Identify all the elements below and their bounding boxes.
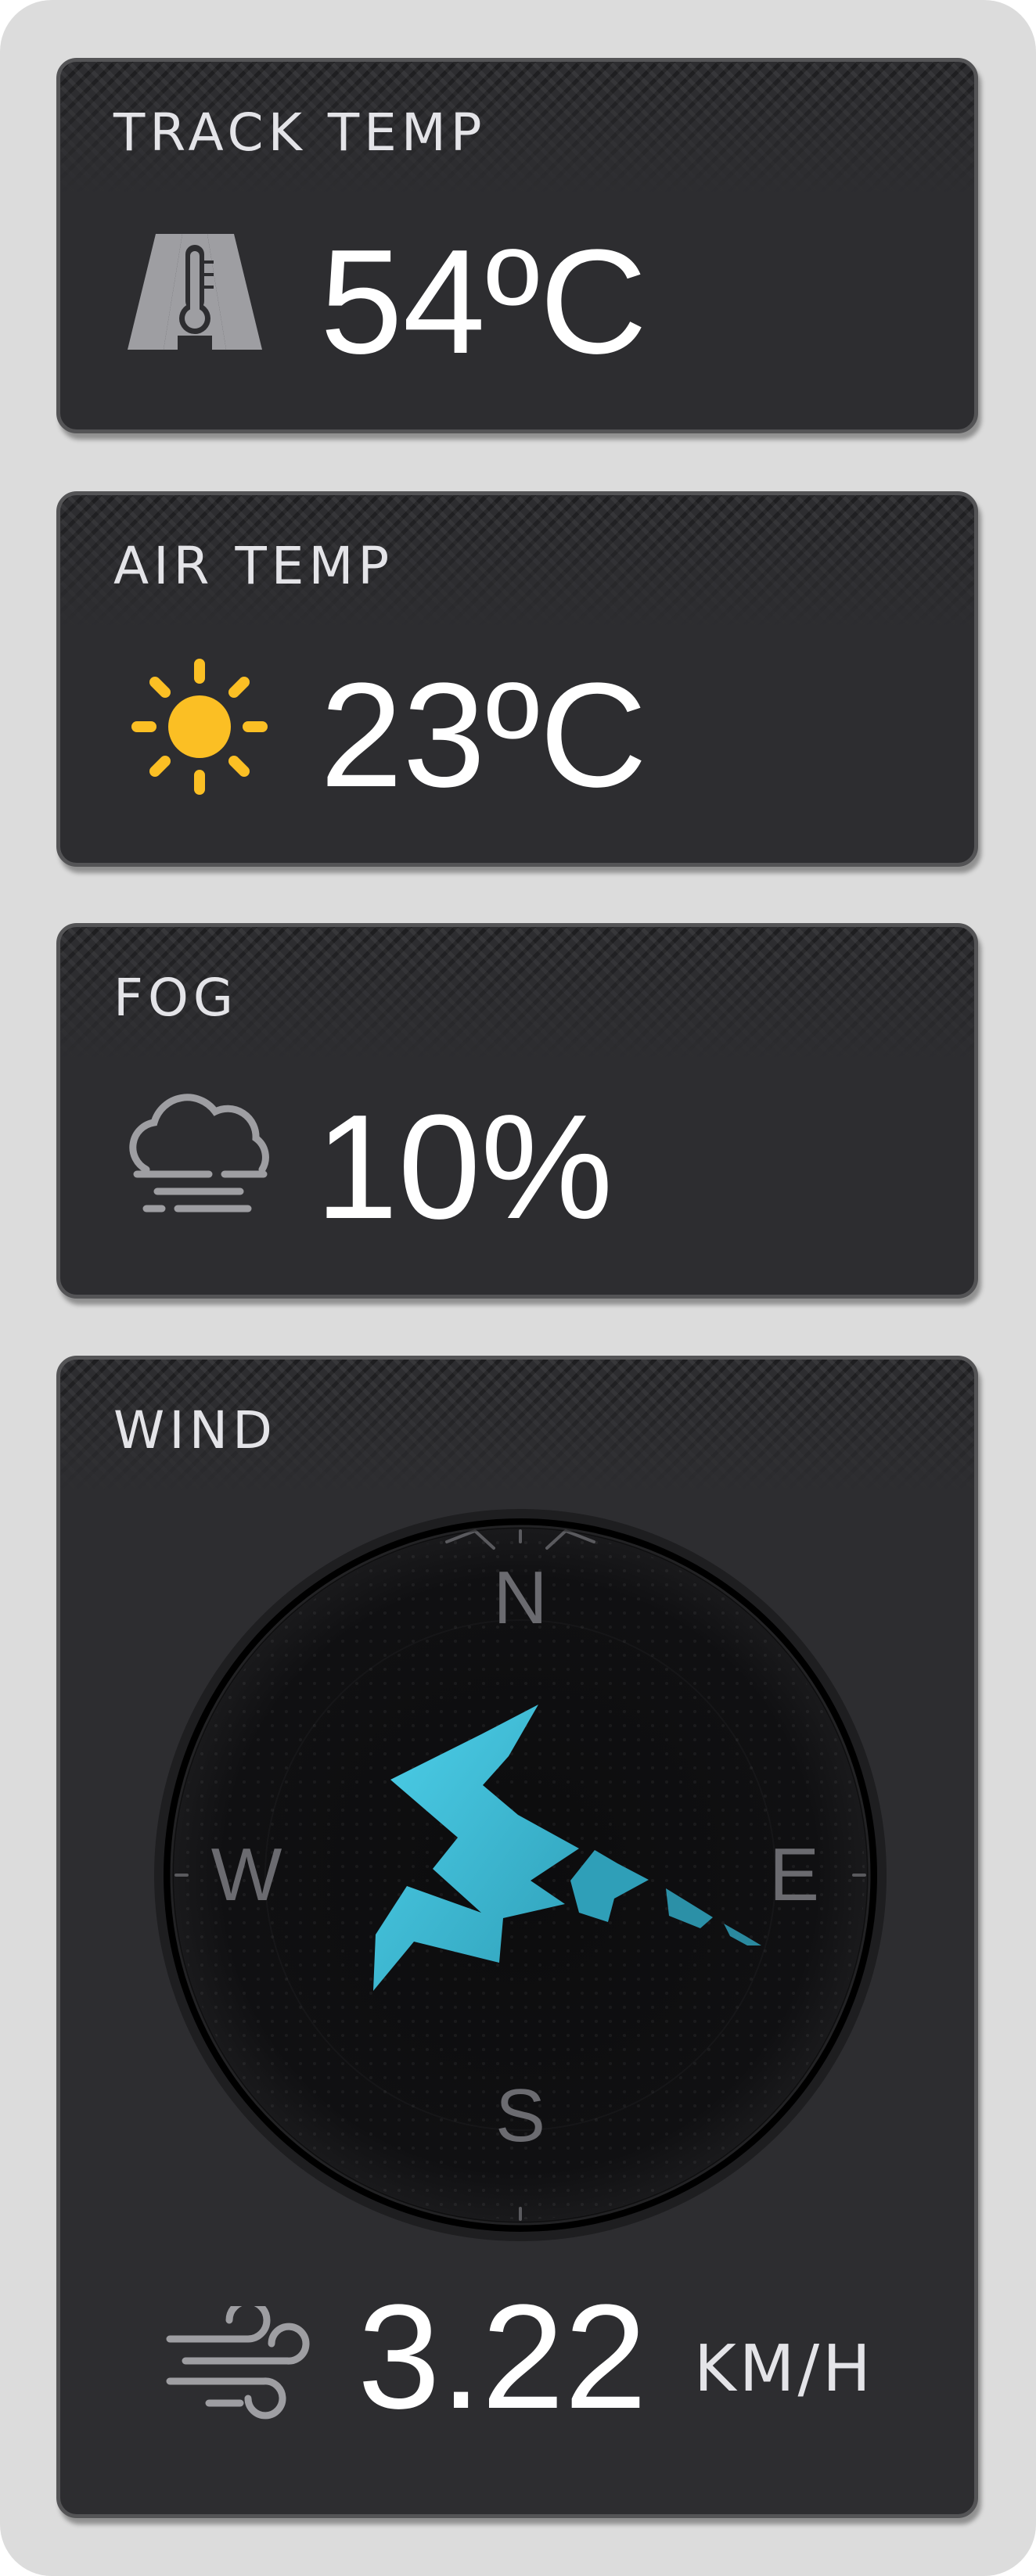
track-temp-value: 54ºC <box>320 219 647 385</box>
track-thermometer-icon <box>128 234 262 350</box>
wind-icon <box>166 2306 310 2420</box>
compass-south-label: S <box>495 2074 545 2157</box>
wind-panel: WIND N S W E 3.22 KM/H <box>56 1356 978 2518</box>
wind-speed-unit: KM/H <box>694 2332 874 2406</box>
fog-title: FOG <box>113 968 239 1028</box>
air-temp-panel: AIR TEMP 23ºC <box>56 491 978 867</box>
wind-title: WIND <box>113 1400 277 1460</box>
fog-cloud-icon <box>129 1094 269 1213</box>
compass-east-label: E <box>769 1833 819 1917</box>
compass-north-label: N <box>493 1556 547 1640</box>
track-temp-panel: TRACK TEMP 54ºC <box>56 58 978 433</box>
air-temp-value: 23ºC <box>320 652 647 818</box>
fog-value: 10% <box>315 1084 613 1250</box>
fog-panel: FOG 10% <box>56 923 978 1299</box>
wind-speed-value: 3.22 <box>358 2274 647 2440</box>
weather-widget: TRACK TEMP 54ºC AIR TEMP 23ºC FOG 10% WI… <box>0 0 1036 2576</box>
wind-compass: N S W E <box>154 1509 887 2241</box>
sun-icon <box>131 659 268 795</box>
track-temp-title: TRACK TEMP <box>113 102 487 163</box>
air-temp-title: AIR TEMP <box>113 536 394 596</box>
wind-speed-row: 3.22 KM/H <box>60 2275 974 2431</box>
compass-west-label: W <box>211 1833 282 1917</box>
